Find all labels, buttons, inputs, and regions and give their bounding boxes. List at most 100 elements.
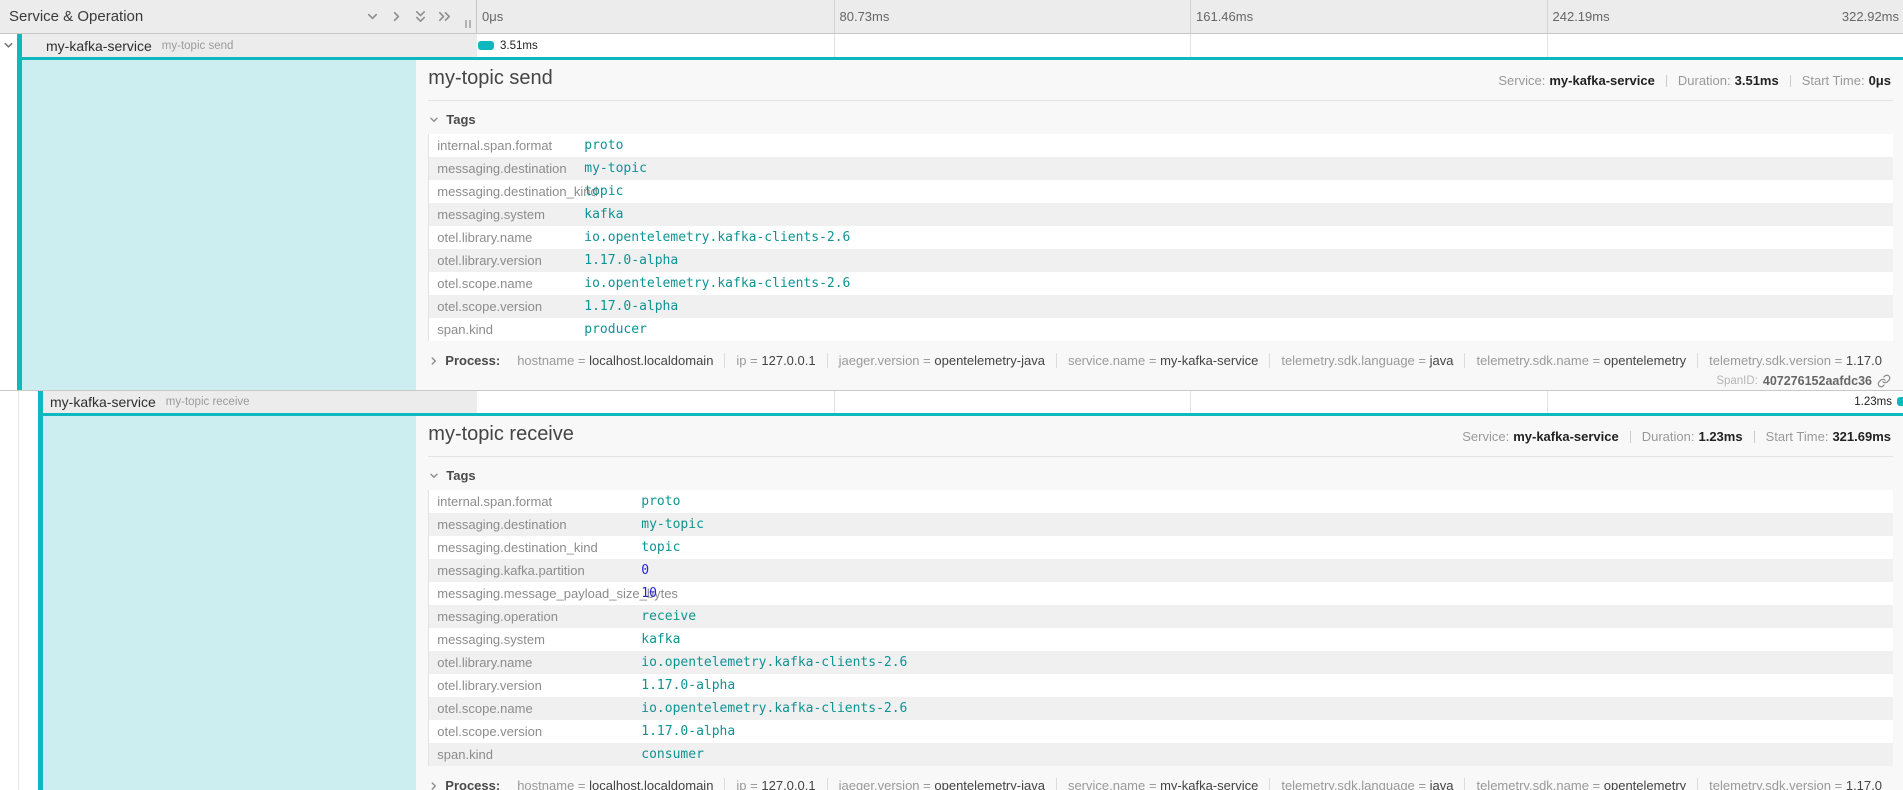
- tag-row: messaging.destination_kind topic: [429, 536, 1893, 559]
- tag-key: messaging.kafka.partition: [429, 563, 641, 578]
- process-key: telemetry.sdk.language: [1281, 353, 1414, 368]
- timeline-gridline: [1547, 391, 1548, 413]
- tag-row: span.kind producer: [429, 318, 1893, 341]
- tag-value: 1.17.0-alpha: [584, 253, 678, 268]
- span-row-my-topic-send[interactable]: my-kafka-service my-topic send 3.51ms: [0, 34, 1903, 57]
- process-value: 127.0.0.1: [761, 778, 815, 790]
- expand-one-icon[interactable]: [389, 9, 404, 24]
- jaeger-trace-timeline: Service & Operation 0μs 80.73ms 161.46ms…: [0, 0, 1903, 790]
- span-detail-title: my-topic receive: [428, 423, 574, 446]
- equals-sign: =: [747, 353, 762, 368]
- span-detail-my-topic-send: my-topic send Service:my-kafka-service D…: [0, 57, 1903, 391]
- process-attribute: telemetry.sdk.version = 1.17.0: [1698, 778, 1893, 790]
- tag-key: otel.scope.name: [429, 276, 584, 291]
- chevron-down-icon: [428, 114, 440, 126]
- span-timeline-cell[interactable]: 1.23ms: [477, 391, 1903, 413]
- process-value: opentelemetry-java: [934, 353, 1045, 368]
- tags-table: internal.span.format proto messaging.des…: [428, 134, 1893, 341]
- timeline-gridline: [834, 34, 835, 57]
- duration-label: Duration:: [1678, 73, 1731, 88]
- ruler-tick: 161.46ms: [1190, 0, 1253, 33]
- collapse-all-icon[interactable]: [413, 9, 428, 24]
- process-key: jaeger.version: [839, 778, 920, 790]
- tags-section-toggle[interactable]: Tags: [428, 468, 1893, 483]
- tag-row: messaging.destination my-topic: [429, 513, 1893, 536]
- process-attribute: service.name = my-kafka-service: [1057, 353, 1270, 368]
- equals-sign: =: [1415, 778, 1430, 790]
- tag-key: otel.scope.version: [429, 299, 584, 314]
- tags-section-toggle[interactable]: Tags: [428, 112, 1893, 127]
- start-time-label: Start Time:: [1802, 73, 1865, 88]
- span-service-name: my-kafka-service: [50, 394, 156, 410]
- span-duration-bar[interactable]: [478, 41, 494, 50]
- equals-sign: =: [920, 778, 935, 790]
- tag-row: messaging.kafka.partition 0: [429, 559, 1893, 582]
- ruler-tick: 0μs: [477, 0, 503, 33]
- tags-table: internal.span.format proto messaging.des…: [428, 490, 1893, 766]
- span-detail-gutter: [0, 413, 416, 790]
- tags-section-label: Tags: [446, 468, 475, 483]
- span-name-cell[interactable]: my-kafka-service my-topic receive: [0, 391, 477, 413]
- span-tree-indent-guide: [18, 391, 19, 790]
- process-key: hostname: [517, 778, 574, 790]
- tag-row: messaging.destination_kind topic: [429, 180, 1893, 203]
- equals-sign: =: [574, 353, 589, 368]
- meta-separator: [1630, 431, 1631, 443]
- timeline-gridline: [1190, 34, 1191, 57]
- span-detail-meta: Service:my-kafka-service Duration:1.23ms…: [1462, 429, 1891, 446]
- tag-row: messaging.destination my-topic: [429, 157, 1893, 180]
- span-detail-highlight-column[interactable]: [43, 416, 416, 790]
- process-value: localhost.localdomain: [589, 353, 713, 368]
- process-key: ip: [736, 353, 746, 368]
- tag-value: io.opentelemetry.kafka-clients-2.6: [641, 701, 907, 716]
- tag-row: otel.scope.version 1.17.0-alpha: [429, 720, 1893, 743]
- tag-key: span.kind: [429, 322, 584, 337]
- tag-value: io.opentelemetry.kafka-clients-2.6: [584, 230, 850, 245]
- equals-sign: =: [1831, 778, 1846, 790]
- tag-value: my-topic: [641, 517, 704, 532]
- process-key: telemetry.sdk.name: [1476, 778, 1588, 790]
- span-children-toggle[interactable]: [0, 34, 17, 57]
- duration-label: Duration:: [1642, 429, 1695, 444]
- span-detail-header: my-topic receive Service:my-kafka-servic…: [428, 416, 1893, 457]
- span-timeline-cell[interactable]: 3.51ms: [477, 34, 1903, 57]
- column-resize-grip[interactable]: [465, 20, 471, 28]
- equals-sign: =: [574, 778, 589, 790]
- process-attribute: telemetry.sdk.language = java: [1270, 353, 1465, 368]
- expand-all-icon[interactable]: [437, 9, 452, 24]
- process-value: my-kafka-service: [1160, 353, 1258, 368]
- process-section-toggle[interactable]: Process: hostname = localhost.localdomai…: [428, 778, 1893, 790]
- span-duration-bar[interactable]: [1897, 397, 1903, 406]
- tag-key: span.kind: [429, 747, 641, 762]
- process-attribute: hostname = localhost.localdomain: [506, 353, 725, 368]
- tag-value: 1.17.0-alpha: [641, 724, 735, 739]
- service-label: Service:: [1462, 429, 1509, 444]
- collapse-one-icon[interactable]: [365, 9, 380, 24]
- copy-link-icon[interactable]: [1877, 374, 1891, 388]
- span-id-value: 407276152aafdc36: [1763, 374, 1872, 388]
- tag-key: messaging.system: [429, 632, 641, 647]
- span-name-cell[interactable]: my-kafka-service my-topic send: [0, 34, 477, 57]
- process-section-toggle[interactable]: Process: hostname = localhost.localdomai…: [428, 353, 1893, 368]
- tag-row: otel.library.version 1.17.0-alpha: [429, 249, 1893, 272]
- process-attribute: telemetry.sdk.version = 1.17.0: [1698, 353, 1893, 368]
- service-operation-title: Service & Operation: [9, 8, 143, 25]
- chevron-down-icon: [428, 470, 440, 482]
- process-key: telemetry.sdk.language: [1281, 778, 1414, 790]
- tags-section-label: Tags: [446, 112, 475, 127]
- time-ruler: 0μs 80.73ms 161.46ms 242.19ms 322.92ms: [477, 0, 1903, 33]
- span-tree-controls: [365, 0, 452, 33]
- span-detail-body: my-topic receive Service:my-kafka-servic…: [416, 413, 1903, 790]
- span-detail-highlight-column[interactable]: [22, 60, 416, 390]
- duration-value: 1.23ms: [1698, 429, 1742, 444]
- span-row-my-topic-receive[interactable]: my-kafka-service my-topic receive 1.23ms: [0, 391, 1903, 413]
- process-attribute: telemetry.sdk.name = opentelemetry: [1465, 778, 1698, 790]
- process-value: java: [1430, 353, 1454, 368]
- process-key: telemetry.sdk.name: [1476, 353, 1588, 368]
- span-duration-label: 1.23ms: [1854, 396, 1892, 408]
- tag-key: otel.library.version: [429, 678, 641, 693]
- process-value: my-kafka-service: [1160, 778, 1258, 790]
- process-key: telemetry.sdk.version: [1709, 353, 1831, 368]
- span-detail-body: my-topic send Service:my-kafka-service D…: [416, 57, 1903, 390]
- span-detail-title: my-topic send: [428, 67, 553, 90]
